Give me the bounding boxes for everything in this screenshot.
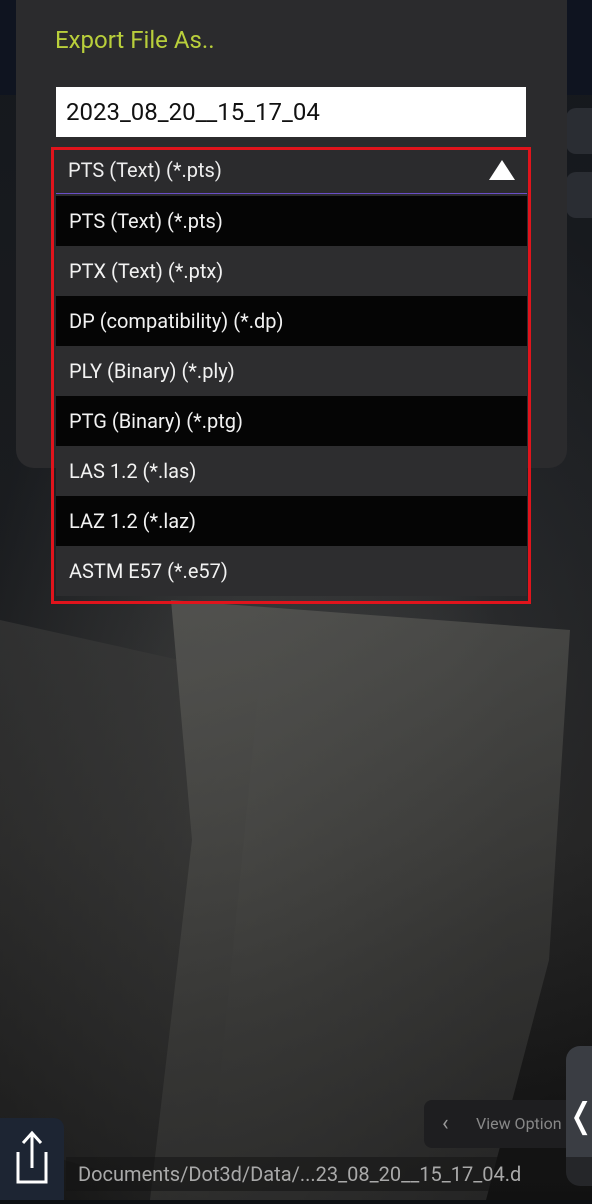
export-button[interactable] [0,1118,64,1200]
file-path-bar: Documents/Dot3d/Data/...23_08_20__15_17_… [66,1157,592,1191]
format-option-e57[interactable]: ASTM E57 (*.e57) [56,546,527,596]
format-option-laz[interactable]: LAZ 1.2 (*.laz) [56,496,527,546]
chevron-left-icon: ❬ [567,1096,592,1136]
format-option-ptx[interactable]: PTX (Text) (*.ptx) [56,246,527,296]
format-option-ptg[interactable]: PTG (Binary) (*.ptg) [56,396,527,446]
format-option-dp[interactable]: DP (compatibility) (*.dp) [56,296,527,346]
chevron-left-icon: ‹ [442,1111,449,1136]
share-icon [16,1130,48,1184]
format-options-list: PTS (Text) (*.pts) PTX (Text) (*.ptx) DP… [56,196,527,596]
view-options-label: View Option [476,1114,562,1133]
dialog-title: Export File As.. [55,26,215,54]
side-control-chip[interactable] [566,172,592,218]
format-option-ply[interactable]: PLY (Binary) (*.ply) [56,346,527,396]
side-control-chip[interactable] [566,108,592,154]
format-option-pts[interactable]: PTS (Text) (*.pts) [56,196,527,246]
format-dropdown[interactable]: PTS (Text) (*.pts) [56,148,527,194]
triangle-up-icon [489,160,515,180]
format-selected-label: PTS (Text) (*.pts) [68,158,222,182]
format-option-las[interactable]: LAS 1.2 (*.las) [56,446,527,496]
filename-input[interactable]: 2023_08_20__15_17_04 [56,87,526,137]
